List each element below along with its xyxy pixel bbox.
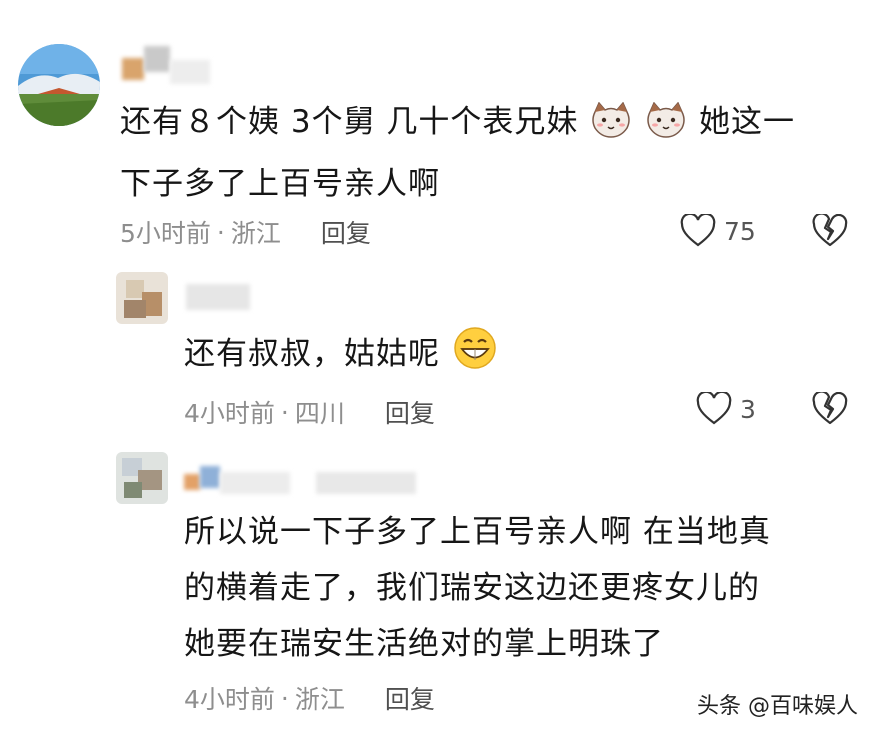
reply-button[interactable]: 回复 xyxy=(385,394,435,430)
avatar[interactable] xyxy=(18,44,100,126)
cat-face-emoji xyxy=(646,100,686,156)
timestamp: 4小时前 xyxy=(184,399,275,428)
username-blurred[interactable] xyxy=(122,40,210,84)
location: 四川 xyxy=(294,399,345,428)
grinning-face-emoji xyxy=(453,326,497,388)
meta-separator: · xyxy=(280,397,289,427)
comment-2: 还有叔叔，姑姑呢 4小时前 · 四川 回复 3 xyxy=(0,260,876,440)
comment-text: 还有８个姨 3个舅 几十个表兄妹 她这一 下子多了上百号亲人啊 xyxy=(120,94,840,212)
cat-face-emoji xyxy=(591,100,631,156)
location: 浙江 xyxy=(294,685,345,714)
comment-3: 所以说一下子多了上百号亲人啊 在当地真 的横着走了，我们瑞安这边还更疼女儿的 她… xyxy=(0,440,876,730)
heart-outline-icon xyxy=(696,392,732,425)
dislike-button[interactable] xyxy=(812,390,848,430)
reply-button[interactable]: 回复 xyxy=(385,680,435,716)
heart-outline-icon xyxy=(680,214,716,247)
comment-text: 所以说一下子多了上百号亲人啊 在当地真 的横着走了，我们瑞安这边还更疼女儿的 她… xyxy=(184,514,771,662)
meta-separator: · xyxy=(216,217,225,247)
avatar[interactable] xyxy=(116,452,168,504)
username-blurred[interactable] xyxy=(186,284,250,310)
comment-meta: 4小时前 · 浙江 回复 xyxy=(184,680,435,716)
like-count: 3 xyxy=(740,394,756,424)
like-count: 75 xyxy=(724,216,756,246)
comment-text: 还有叔叔，姑姑呢 xyxy=(184,326,804,388)
location: 浙江 xyxy=(230,219,281,248)
timestamp: 5小时前 xyxy=(120,219,211,248)
avatar[interactable] xyxy=(116,272,168,324)
watermark: 头条 @百味娱人 xyxy=(697,694,858,719)
comment-meta: 4小时前 · 四川 回复 xyxy=(184,394,435,430)
comment-1: 还有８个姨 3个舅 几十个表兄妹 她这一 下子多了上百号亲人啊 5小时前 · 浙… xyxy=(0,0,876,260)
comment-meta: 5小时前 · 浙江 回复 xyxy=(120,214,371,250)
broken-heart-icon xyxy=(812,390,848,425)
like-button[interactable]: 3 xyxy=(696,392,756,426)
dislike-button[interactable] xyxy=(812,212,848,252)
like-button[interactable]: 75 xyxy=(680,214,756,248)
timestamp: 4小时前 xyxy=(184,685,275,714)
username-blurred[interactable] xyxy=(184,460,416,494)
reply-button[interactable]: 回复 xyxy=(321,214,371,250)
broken-heart-icon xyxy=(812,212,848,247)
meta-separator: · xyxy=(280,683,289,713)
